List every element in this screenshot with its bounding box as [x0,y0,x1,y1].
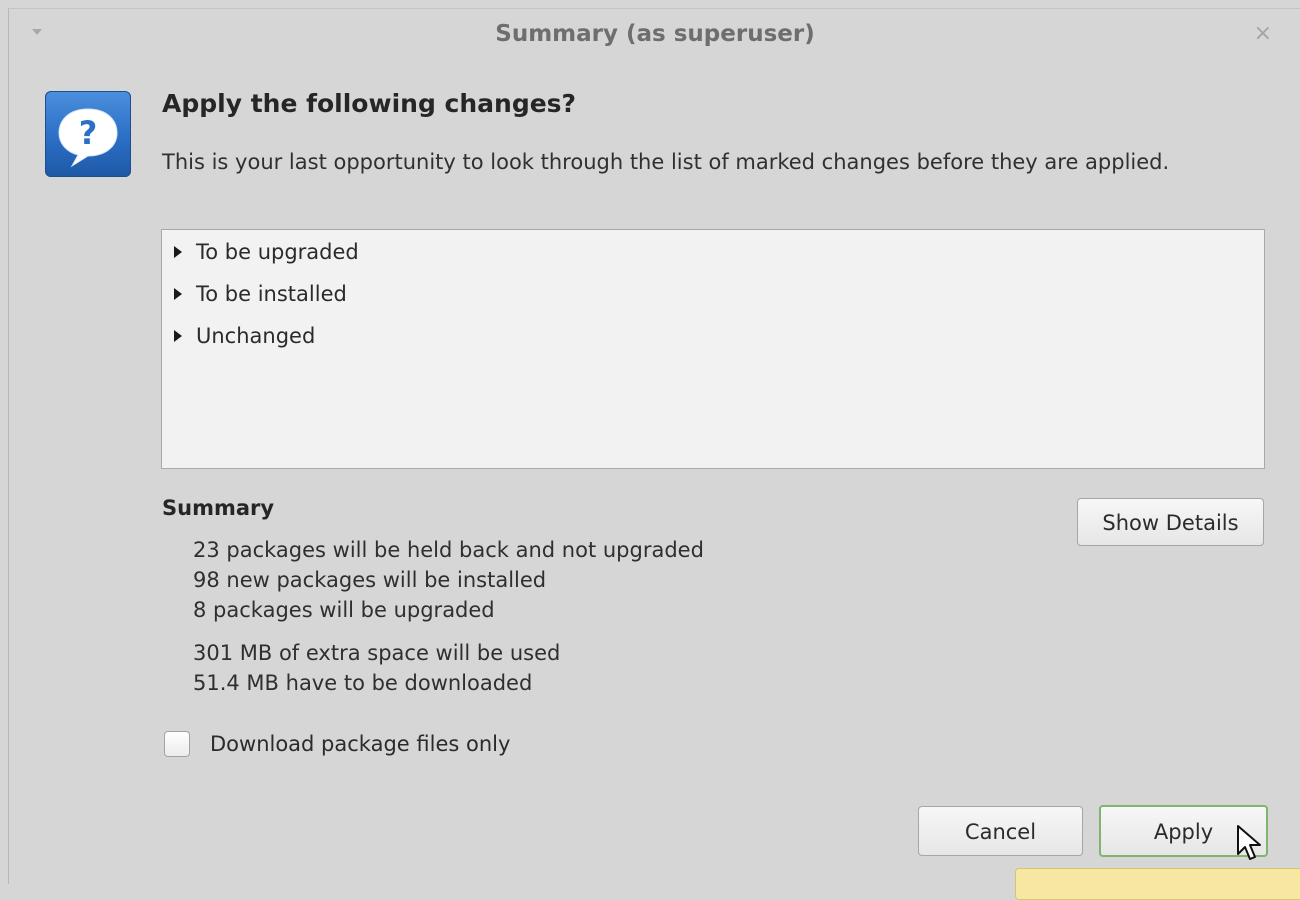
summary-line-new-installed: 98 new packages will be installed [193,568,547,592]
expander-arrow-icon[interactable] [174,330,182,342]
tree-row-to-be-installed[interactable]: To be installed [162,273,1264,315]
expander-arrow-icon[interactable] [174,246,182,258]
close-button[interactable]: × [1254,22,1272,46]
tree-row-label: To be installed [196,282,347,306]
cancel-button[interactable]: Cancel [918,806,1083,856]
tree-row-label: Unchanged [196,324,316,348]
summary-heading: Summary [162,496,275,520]
download-only-option[interactable]: Download package files only [164,731,510,757]
summary-line-upgraded: 8 packages will be upgraded [193,598,495,622]
question-icon: ? [45,91,131,177]
summary-line-download-size: 51.4 MB have to be downloaded [193,671,533,695]
summary-dialog-window: Summary (as superuser) × ? Apply the fol… [8,8,1300,900]
download-only-label[interactable]: Download package files only [210,732,510,756]
window-title: Summary (as superuser) [495,21,815,47]
summary-line-extra-space: 301 MB of extra space will be used [193,641,561,665]
summary-details: 23 packages will be held back and not up… [193,535,704,698]
tree-row-label: To be upgraded [196,240,359,264]
summary-line-held-back: 23 packages will be held back and not up… [193,538,704,562]
tree-row-to-be-upgraded[interactable]: To be upgraded [162,231,1264,273]
tree-row-unchanged[interactable]: Unchanged [162,315,1264,357]
expander-arrow-icon[interactable] [174,288,182,300]
title-bar[interactable]: Summary (as superuser) × [9,9,1300,63]
dialog-description: This is your last opportunity to look th… [162,150,1170,174]
mouse-pointer-icon [1236,824,1262,866]
changes-tree[interactable]: To be upgraded To be installed Unchanged [161,229,1265,469]
dialog-heading: Apply the following changes? [162,89,577,118]
show-details-button[interactable]: Show Details [1077,498,1264,546]
download-only-checkbox[interactable] [164,731,190,757]
svg-text:?: ? [79,114,98,152]
tooltip-popup [1015,868,1300,900]
